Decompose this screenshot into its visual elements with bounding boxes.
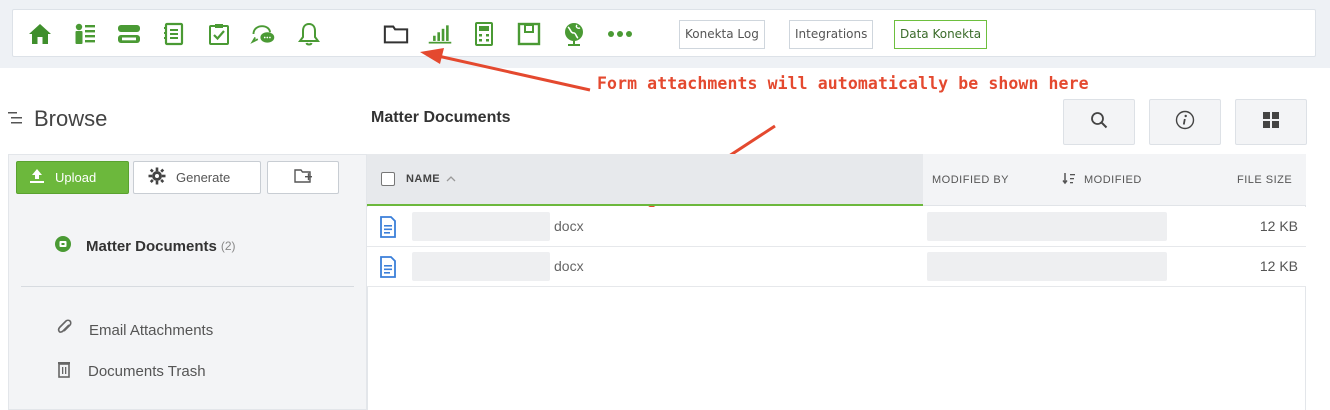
trash-icon (57, 360, 71, 382)
notifications-bell-icon[interactable] (296, 21, 322, 47)
annotation-callout: Form attachments will automatically be s… (597, 74, 1089, 93)
new-folder-button[interactable] (267, 161, 339, 194)
upload-icon (29, 168, 45, 187)
notes-icon[interactable] (161, 21, 187, 47)
tree-root-label: Matter Documents (86, 237, 217, 255)
sort-ascending-icon (446, 173, 456, 185)
page-title: Matter Documents (371, 109, 511, 126)
redacted-modified-by (927, 252, 1167, 281)
communications-chat-icon[interactable] (250, 21, 276, 47)
home-icon[interactable] (27, 21, 53, 47)
column-name-label: NAME (406, 173, 440, 185)
browse-header: Browse (8, 106, 107, 132)
browse-tree-icon (8, 106, 26, 132)
main-toolbar: Konekta Log Integrations Data Konekta (12, 9, 1316, 57)
redacted-file-name (412, 212, 550, 241)
column-modified-label: MODIFIED (1084, 174, 1142, 186)
search-button[interactable] (1063, 99, 1135, 145)
tree-item-label: Email Attachments (89, 321, 214, 339)
documents-folder-icon[interactable] (383, 21, 409, 47)
tree-item-email-attachments[interactable]: Email Attachments (57, 319, 213, 341)
tree-item-matter-documents[interactable]: Matter Documents (2) (54, 235, 236, 257)
reports-bar-chart-icon[interactable] (427, 21, 453, 47)
redacted-modified-by (927, 212, 1167, 241)
matter-folder-icon (54, 235, 72, 257)
search-icon (1090, 111, 1108, 134)
document-icon (379, 256, 397, 283)
web-globe-icon[interactable] (561, 21, 587, 47)
upload-label: Upload (55, 170, 97, 185)
more-dots-icon[interactable] (607, 21, 633, 47)
info-button[interactable] (1149, 99, 1221, 145)
column-name[interactable]: NAME (367, 154, 923, 206)
tasks-check-icon[interactable] (206, 21, 232, 47)
tab-konekta-log[interactable]: Konekta Log (679, 20, 765, 49)
forms-icon[interactable] (516, 21, 542, 47)
table-row[interactable]: docx 12 KB (367, 247, 1306, 287)
tab-integrations[interactable]: Integrations (789, 20, 874, 49)
tree-item-documents-trash[interactable]: Documents Trash (57, 360, 206, 382)
tree-divider (21, 286, 354, 287)
tree-item-label: Documents Trash (88, 362, 206, 380)
table-row[interactable]: docx 12 KB (367, 207, 1306, 247)
grid-view-icon (1262, 111, 1280, 134)
file-extension: docx (554, 218, 584, 234)
calculator-icon[interactable] (471, 21, 497, 47)
info-icon (1175, 110, 1195, 135)
documents-table-header: NAME MODIFIED BY MODIFIED FILE SIZE (367, 154, 1306, 206)
select-all-checkbox[interactable] (381, 172, 395, 186)
upload-button[interactable]: Upload (16, 161, 129, 194)
tab-data-konekta[interactable]: Data Konekta (894, 20, 988, 49)
document-icon (379, 216, 397, 243)
browse-title: Browse (34, 106, 108, 131)
top-strip: Konekta Log Integrations Data Konekta (0, 0, 1330, 68)
new-folder-icon (293, 167, 313, 188)
matters-stack-icon[interactable] (116, 21, 142, 47)
column-modified-by[interactable]: MODIFIED BY (932, 154, 1009, 206)
file-extension: docx (554, 258, 584, 274)
file-size: 12 KB (1259, 218, 1298, 234)
tree-root-count: (2) (220, 239, 236, 253)
file-size: 12 KB (1259, 258, 1298, 274)
column-file-size[interactable]: FILE SIZE (1237, 154, 1292, 206)
paperclip-icon (57, 319, 73, 341)
gear-icon (148, 167, 166, 188)
generate-button[interactable]: Generate (133, 161, 261, 194)
contacts-list-icon[interactable] (72, 21, 98, 47)
generate-label: Generate (176, 170, 231, 185)
grid-view-button[interactable] (1235, 99, 1307, 145)
sort-descending-icon (1062, 172, 1076, 188)
redacted-file-name (412, 252, 550, 281)
column-modified[interactable]: MODIFIED (1062, 154, 1142, 206)
browse-panel: Upload Generate Matter Documents (2) Ema… (8, 154, 367, 410)
